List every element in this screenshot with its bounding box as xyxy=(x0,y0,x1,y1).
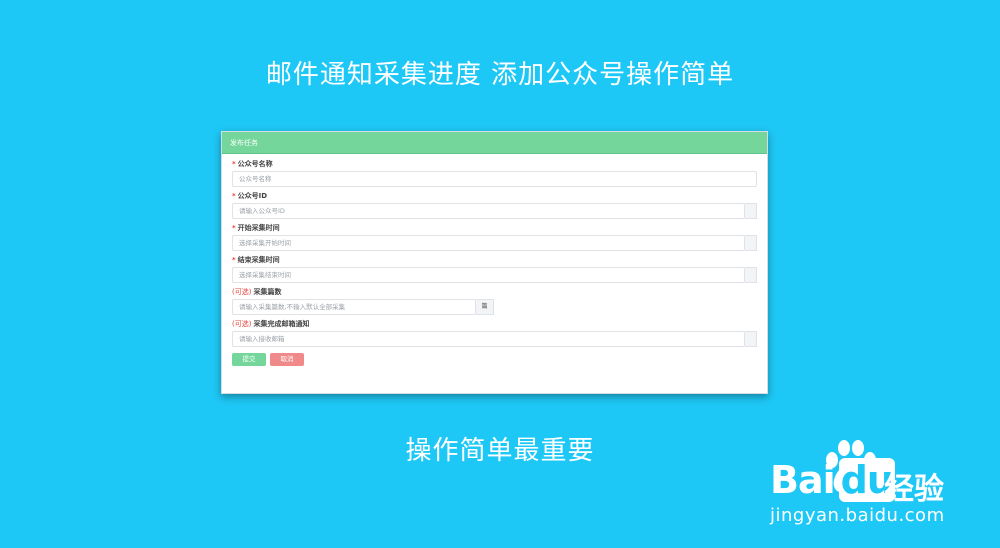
headline-top: 邮件通知采集进度 添加公众号操作简单 xyxy=(265,60,735,90)
task-form: * 公众号名称 公众号名称 * 公众号ID 请输入公众号ID * 开始采集时间 选择采… xyxy=(222,154,767,366)
required-marker: * xyxy=(232,192,236,200)
field-article-count: (可选) 采集篇数 请输入采集篇数,不输入默认全部采集篇 xyxy=(232,286,757,315)
watermark-url: jingyan.baidu.com xyxy=(770,505,945,526)
required-marker: * xyxy=(232,256,236,264)
field-start-time: * 开始采集时间 选择采集开始时间 xyxy=(232,222,757,251)
required-marker: * xyxy=(232,224,236,232)
end-time-addon[interactable] xyxy=(745,267,757,283)
article-count-input[interactable]: 请输入采集篇数,不输入默认全部采集 xyxy=(232,299,476,315)
account-id-input[interactable]: 请输入公众号ID xyxy=(232,203,745,219)
optional-marker: (可选) xyxy=(232,288,252,296)
publish-task-panel: 发布任务 * 公众号名称 公众号名称 * 公众号ID 请输入公众号ID * 开始采集时… xyxy=(221,131,768,394)
optional-marker: (可选) xyxy=(232,320,252,328)
end-time-input[interactable]: 选择采集结束时间 xyxy=(232,267,745,283)
jingyan-text: 经验 xyxy=(884,472,944,507)
field-label: 开始采集时间 xyxy=(237,224,280,232)
field-label: 结束采集时间 xyxy=(237,256,280,264)
field-end-time: * 结束采集时间 选择采集结束时间 xyxy=(232,254,757,283)
field-label: 采集篇数 xyxy=(253,288,282,296)
form-actions: 提交 取消 xyxy=(232,353,757,366)
email-addon xyxy=(745,331,757,347)
account-id-addon xyxy=(745,203,757,219)
article-unit-addon: 篇 xyxy=(476,299,494,315)
required-marker: * xyxy=(232,160,236,168)
field-email-notify: (可选) 采集完成邮箱通知 请输入接收邮箱 xyxy=(232,318,757,347)
start-time-input[interactable]: 选择采集开始时间 xyxy=(232,235,745,251)
cancel-button[interactable]: 取消 xyxy=(270,353,304,366)
baidu-logo-text: Bai du xyxy=(770,458,895,502)
submit-button[interactable]: 提交 xyxy=(232,353,266,366)
field-label: 公众号ID xyxy=(237,192,268,200)
field-label: 采集完成邮箱通知 xyxy=(253,320,310,328)
field-label: 公众号名称 xyxy=(237,160,273,168)
panel-title: 发布任务 xyxy=(222,132,767,154)
account-name-input[interactable]: 公众号名称 xyxy=(232,171,757,187)
field-account-id: * 公众号ID 请输入公众号ID xyxy=(232,190,757,219)
start-time-addon[interactable] xyxy=(745,235,757,251)
field-account-name: * 公众号名称 公众号名称 xyxy=(232,158,757,187)
email-input[interactable]: 请输入接收邮箱 xyxy=(232,331,745,347)
